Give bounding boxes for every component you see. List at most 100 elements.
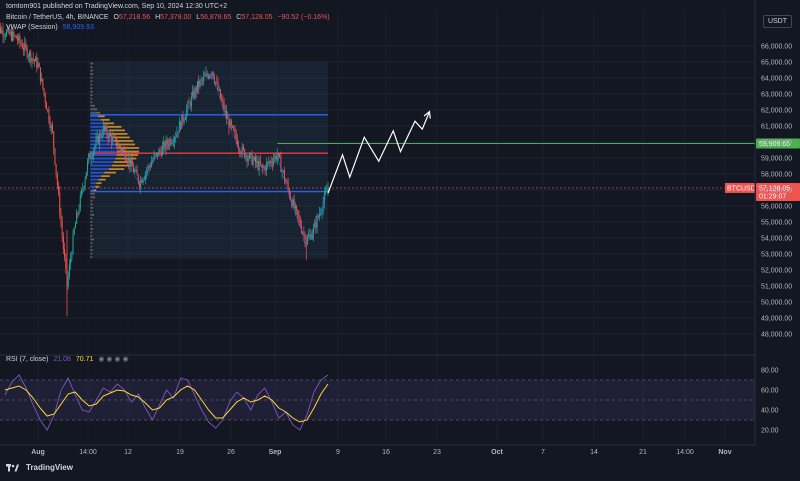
profile-bar-down xyxy=(93,193,95,195)
candle-body xyxy=(221,98,222,100)
profile-bar-up xyxy=(90,175,101,177)
candle-body xyxy=(216,82,217,83)
vwap-name: VWAP (Session) xyxy=(6,24,58,31)
profile-bar-up xyxy=(90,179,98,181)
candle-body xyxy=(303,233,304,235)
profile-bar-up xyxy=(90,91,91,93)
profile-bar-down xyxy=(91,217,92,219)
candle-body xyxy=(261,165,262,166)
candle-body xyxy=(27,47,28,57)
candle-body xyxy=(256,161,257,163)
profile-bar-up xyxy=(90,246,91,248)
profile-bar-down xyxy=(93,105,95,107)
profile-bar-down xyxy=(101,119,110,121)
profile-bar-up xyxy=(90,66,91,68)
chart-canvas[interactable]: 59,909.65BTCUSDT57,128.0501:29:07 66,000… xyxy=(0,0,800,476)
profile-bar-up xyxy=(90,147,117,149)
profile-bar-up xyxy=(90,189,93,191)
candle-body xyxy=(325,192,326,194)
candle-body xyxy=(251,153,252,164)
profile-bar-up xyxy=(90,98,91,100)
candle-body xyxy=(69,265,70,277)
candle-body xyxy=(102,135,103,136)
candle-body xyxy=(33,58,34,59)
profile-bar-down xyxy=(92,249,93,251)
price-tick-label: 64,000.00 xyxy=(761,76,792,83)
time-tick-label: 21 xyxy=(639,449,647,456)
candle-body xyxy=(203,77,204,80)
candle-body xyxy=(309,234,310,236)
profile-bar-up xyxy=(90,119,101,121)
candle-body xyxy=(173,142,174,143)
candle-body xyxy=(44,88,45,94)
candle-body xyxy=(87,161,88,172)
time-tick-label: 19 xyxy=(176,449,184,456)
candle-body xyxy=(270,161,271,163)
candle-body xyxy=(73,234,74,254)
profile-bar-down xyxy=(91,66,92,68)
candle-body xyxy=(314,222,315,227)
candle-body xyxy=(31,58,32,61)
candle-body xyxy=(114,137,115,138)
time-tick-label: 14:00 xyxy=(676,449,694,456)
price-tick-label: 49,000.00 xyxy=(761,316,792,323)
price-tick-label: 65,000.00 xyxy=(761,60,792,67)
candle-body xyxy=(79,209,80,213)
candle-body xyxy=(218,82,219,90)
candle-body xyxy=(63,236,64,249)
price-tick-label: 61,000.00 xyxy=(761,124,792,131)
profile-bar-up xyxy=(90,108,94,110)
candle-body xyxy=(207,73,208,75)
price-tick-label: 51,000.00 xyxy=(761,284,792,291)
candle-body xyxy=(36,58,37,68)
candle-body xyxy=(68,276,69,287)
currency-button[interactable]: USDT xyxy=(763,15,792,28)
profile-bar-up xyxy=(90,165,112,167)
symbol-name[interactable]: Bitcoin / TetherUS, 4h, BINANCE xyxy=(6,14,109,21)
profile-bar-down xyxy=(91,80,92,82)
profile-bar-down xyxy=(91,101,92,103)
candle-body xyxy=(57,174,58,185)
rsi-legend[interactable]: RSI (7, close) 21.08 70.71 ◉ ◉ ◉ ◉ xyxy=(6,355,132,363)
profile-bar-up xyxy=(90,115,98,117)
candle-body xyxy=(202,80,203,81)
tradingview-logo-icon xyxy=(6,464,19,472)
profile-bar-up xyxy=(90,186,95,188)
candle-body xyxy=(45,94,46,103)
candle-body xyxy=(233,127,234,131)
vwap-line[interactable]: VWAP (Session) 56,909.93 xyxy=(6,24,97,31)
profile-bar-down xyxy=(92,207,93,209)
rsi-settings-icon[interactable]: ◉ ◉ ◉ ◉ xyxy=(98,356,128,363)
profile-bar-down xyxy=(95,186,99,188)
profile-bar-up xyxy=(90,214,92,216)
high-value: 57,378.00 xyxy=(160,14,191,21)
candle-body xyxy=(272,163,273,164)
candle-body xyxy=(295,206,296,208)
candle-body xyxy=(110,133,111,136)
candle-body xyxy=(178,132,179,133)
candle-body xyxy=(80,195,81,209)
profile-bar-up xyxy=(90,161,113,163)
candle-body xyxy=(288,183,289,189)
brand[interactable]: TradingView xyxy=(6,463,76,472)
price-tick-label: 50,000.00 xyxy=(761,300,792,307)
profile-bar-down xyxy=(109,129,125,131)
profile-bar-down xyxy=(94,189,97,191)
time-tick-label: 26 xyxy=(227,449,235,456)
candle-body xyxy=(201,80,202,81)
candle-body xyxy=(278,154,279,155)
vwap-value: 56,909.93 xyxy=(63,24,94,31)
profile-bar-down xyxy=(92,70,93,72)
profile-bar-up xyxy=(90,249,91,251)
candle-body xyxy=(16,36,17,39)
candle-body xyxy=(81,190,82,195)
profile-bar-up xyxy=(90,210,91,212)
candle-body xyxy=(41,79,42,82)
candle-body xyxy=(285,180,286,182)
candle-body xyxy=(255,157,256,163)
candle-body xyxy=(53,132,54,149)
rsi-tick-label: 20.00 xyxy=(761,428,779,435)
profile-bar-down xyxy=(92,228,93,230)
candle-body xyxy=(58,185,59,192)
profile-bar-down xyxy=(92,63,93,65)
